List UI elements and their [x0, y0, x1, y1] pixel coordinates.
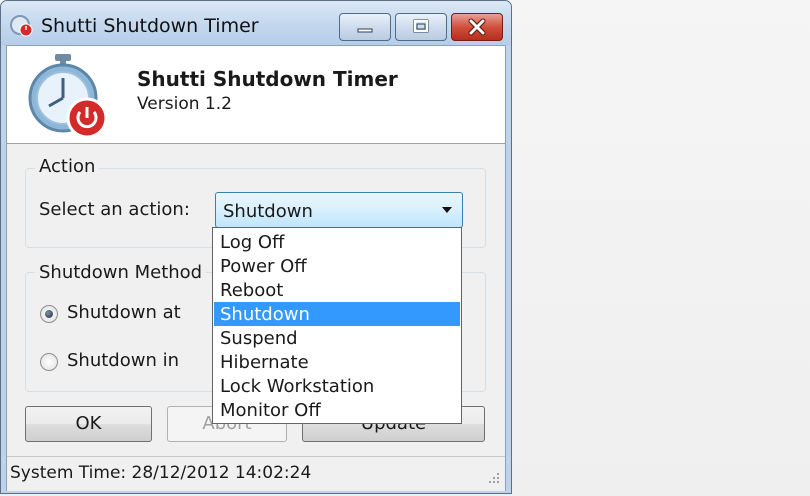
app-version: Version 1.2 — [137, 94, 232, 114]
dropdown-item-label: Monitor Off — [220, 400, 321, 421]
action-combobox-value: Shutdown — [223, 201, 313, 222]
minimize-icon — [357, 28, 373, 33]
header-panel: Shutti Shutdown Timer Version 1.2 — [7, 46, 505, 144]
status-bar: System Time: 28/12/2012 14:02:24 — [7, 456, 505, 491]
dropdown-item-suspend[interactable]: Suspend — [214, 326, 460, 350]
dropdown-item-lock-workstation[interactable]: Lock Workstation — [214, 374, 460, 398]
shutdown-in-radio[interactable] — [40, 353, 58, 371]
dropdown-item-label: Hibernate — [220, 352, 309, 373]
shutdown-at-label[interactable]: Shutdown at — [67, 302, 181, 323]
action-combobox[interactable]: Shutdown — [215, 192, 463, 228]
dropdown-item-label: Reboot — [220, 280, 284, 301]
resize-grip-icon[interactable] — [487, 471, 501, 485]
ok-button[interactable]: OK — [25, 406, 152, 442]
dropdown-item-power-off[interactable]: Power Off — [214, 254, 460, 278]
chevron-down-icon — [442, 207, 452, 213]
dropdown-item-monitor-off[interactable]: Monitor Off — [214, 398, 460, 422]
title-bar[interactable]: Shutti Shutdown Timer — [1, 1, 511, 45]
timer-app-icon — [10, 15, 33, 37]
stopwatch-power-logo-icon — [28, 54, 108, 139]
dropdown-item-log-off[interactable]: Log Off — [214, 230, 460, 254]
minimize-button[interactable] — [339, 13, 391, 41]
dropdown-item-label: Log Off — [220, 232, 285, 253]
action-group-title: Action — [35, 156, 100, 177]
dropdown-item-hibernate[interactable]: Hibernate — [214, 350, 460, 374]
dropdown-item-shutdown[interactable]: Shutdown — [214, 302, 460, 326]
system-time-text: System Time: 28/12/2012 14:02:24 — [10, 463, 312, 483]
action-dropdown-list: Log Off Power Off Reboot Shutdown Suspen… — [212, 227, 462, 424]
app-name: Shutti Shutdown Timer — [137, 67, 398, 91]
maximize-button[interactable] — [395, 13, 447, 41]
shutdown-in-label[interactable]: Shutdown in — [67, 350, 179, 371]
window-title: Shutti Shutdown Timer — [41, 15, 259, 37]
select-action-label: Select an action: — [39, 199, 190, 220]
dropdown-item-reboot[interactable]: Reboot — [214, 278, 460, 302]
close-button[interactable] — [451, 13, 503, 41]
shutdown-method-group-title: Shutdown Method — [35, 262, 207, 283]
dropdown-item-label: Power Off — [220, 256, 307, 277]
maximize-icon — [413, 19, 429, 33]
dropdown-item-label: Suspend — [220, 328, 298, 349]
dropdown-item-label: Lock Workstation — [220, 376, 375, 397]
dropdown-item-label: Shutdown — [220, 304, 310, 325]
close-icon — [468, 18, 486, 36]
shutdown-at-radio[interactable] — [40, 305, 58, 323]
